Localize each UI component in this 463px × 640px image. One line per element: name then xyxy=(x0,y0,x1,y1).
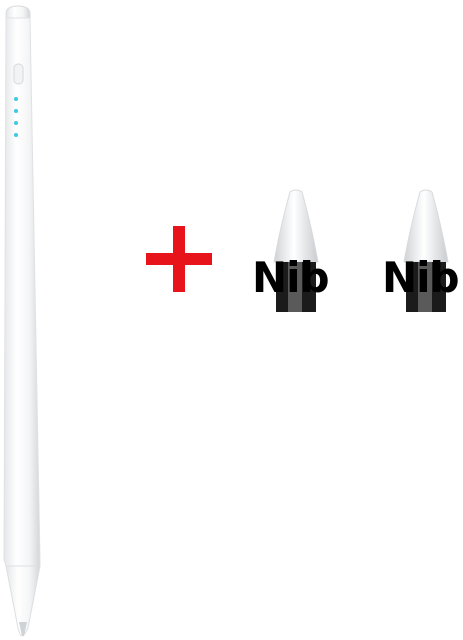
product-image: Nib Nib xyxy=(0,0,463,640)
indicator-dot xyxy=(14,109,18,113)
nib-item: Nib xyxy=(382,188,463,318)
indicator-dot xyxy=(14,97,18,101)
nib-item: Nib xyxy=(252,188,342,318)
nib-label: Nib xyxy=(382,253,460,302)
nib-label: Nib xyxy=(252,253,330,302)
indicator-dot xyxy=(14,133,18,137)
indicator-dot xyxy=(14,121,18,125)
plus-icon xyxy=(146,226,212,292)
stylus-pen-icon xyxy=(3,5,41,637)
